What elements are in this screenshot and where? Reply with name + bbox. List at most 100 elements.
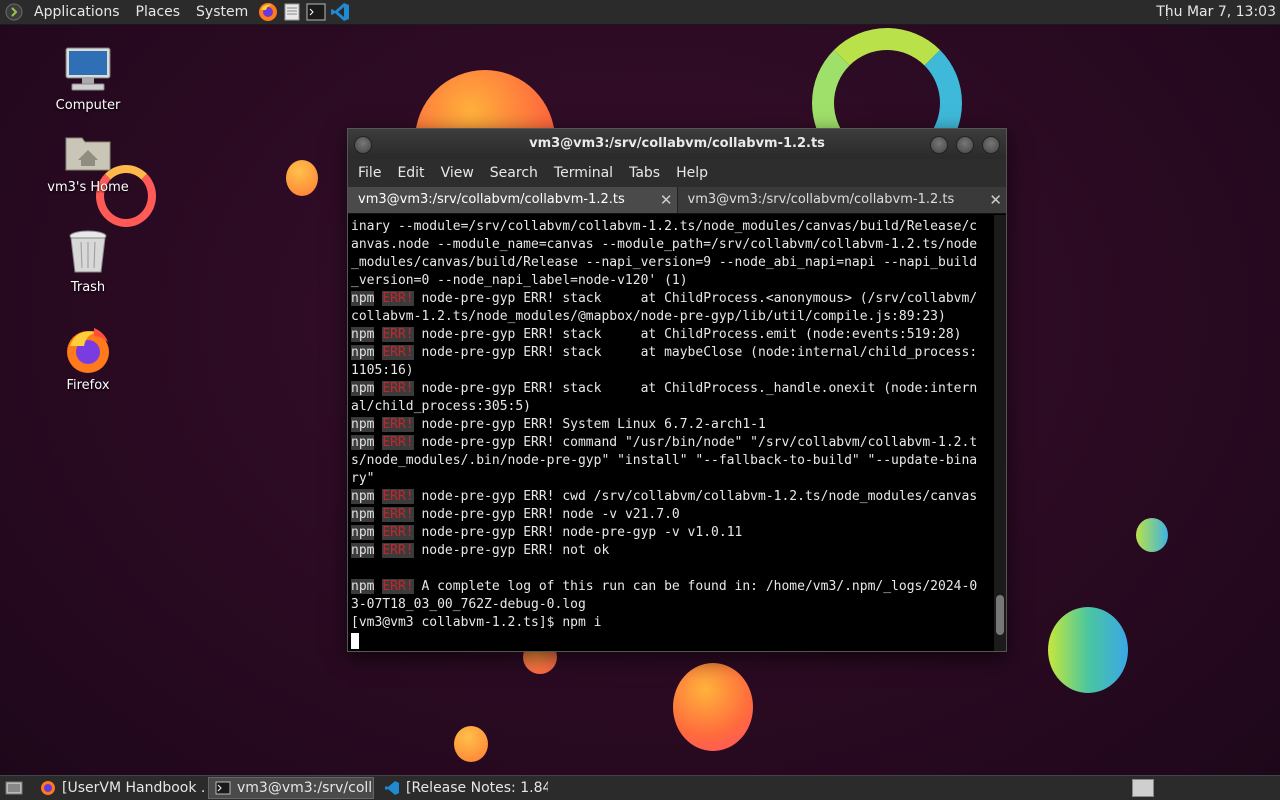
terminal-line-text: inary --module=/srv/collabvm/collabvm-1.…	[351, 219, 978, 234]
terminal-line-text: node-pre-gyp ERR! System Linux 6.7.2-arc…	[413, 417, 766, 432]
terminal-line: npm ERR! node-pre-gyp ERR! node-pre-gyp …	[351, 524, 992, 542]
terminal-output[interactable]: inary --module=/srv/collabvm/collabvm-1.…	[348, 215, 992, 651]
terminal-line: npm ERR! node-pre-gyp ERR! stack at Chil…	[351, 380, 992, 398]
terminal-line-text: al/child_process:305:5)	[351, 399, 532, 414]
window-menu-button[interactable]	[354, 136, 372, 154]
tab-label: vm3@vm3:/srv/collabvm/collabvm-1.2.ts	[358, 192, 625, 207]
npm-prefix: npm	[351, 327, 375, 342]
text-cursor	[351, 632, 359, 649]
wallpaper-orb	[1136, 518, 1168, 552]
close-icon[interactable]: ✕	[989, 187, 1002, 213]
terminal-tabbar: vm3@vm3:/srv/collabvm/collabvm-1.2.ts ✕ …	[348, 187, 1006, 214]
minimize-button[interactable]	[930, 136, 948, 154]
terminal-line-text: node-pre-gyp ERR! stack at ChildProcess.…	[413, 327, 962, 342]
terminal-cursor-line	[351, 632, 992, 650]
clock[interactable]: Thu Mar 7, 13:03	[1156, 0, 1276, 24]
window-titlebar[interactable]: vm3@vm3:/srv/collabvm/collabvm-1.2.ts	[348, 129, 1006, 159]
bottom-panel: [UserVM Handbook ... vm3@vm3:/srv/coll..…	[0, 775, 1280, 800]
taskbar-item-firefox[interactable]: [UserVM Handbook ...	[34, 777, 204, 799]
terminal-line: npm ERR! node-pre-gyp ERR! not ok	[351, 542, 992, 560]
wallpaper-orb	[454, 726, 488, 762]
terminal-line: npm ERR! node-pre-gyp ERR! stack at Chil…	[351, 290, 992, 308]
top-panel: Applications Places System Thu Mar 7, 13…	[0, 0, 1280, 25]
menu-help[interactable]: Help	[668, 165, 716, 181]
terminal-icon[interactable]	[306, 2, 326, 22]
npm-prefix: npm	[351, 543, 375, 558]
terminal-line-text: node-pre-gyp ERR! node -v v21.7.0	[413, 507, 680, 522]
terminal-line: npm ERR! node-pre-gyp ERR! command "/usr…	[351, 434, 992, 452]
terminal-line-text: node-pre-gyp ERR! stack at maybeClose (n…	[413, 345, 978, 360]
vscode-icon[interactable]	[330, 2, 350, 22]
taskbar-item-terminal[interactable]: vm3@vm3:/srv/coll...	[208, 777, 374, 799]
workspace-switcher[interactable]	[1132, 779, 1154, 797]
terminal-menubar: File Edit View Search Terminal Tabs Help	[348, 159, 1006, 187]
terminal-line-text: node-pre-gyp ERR! cwd /srv/collabvm/coll…	[413, 489, 978, 504]
text-editor-icon[interactable]	[282, 2, 302, 22]
err-prefix: ERR!	[382, 327, 414, 342]
terminal-line-text: anvas.node --module_name=canvas --module…	[351, 237, 978, 252]
menu-terminal[interactable]: Terminal	[546, 165, 621, 181]
taskbar-item-label: vm3@vm3:/srv/coll...	[237, 780, 374, 796]
terminal-tab-2[interactable]: vm3@vm3:/srv/collabvm/collabvm-1.2.ts ✕	[678, 187, 1007, 213]
home-folder-icon	[64, 128, 112, 176]
scrollbar-thumb[interactable]	[996, 595, 1004, 635]
terminal-line: 3-07T18_03_00_762Z-debug-0.log	[351, 596, 992, 614]
terminal-tab-1[interactable]: vm3@vm3:/srv/collabvm/collabvm-1.2.ts ✕	[348, 187, 678, 213]
computer-icon	[64, 46, 112, 94]
desktop-icon-firefox[interactable]: Firefox	[38, 326, 138, 393]
menu-view[interactable]: View	[433, 165, 482, 181]
terminal-line: collabvm-1.2.ts/node_modules/@mapbox/nod…	[351, 308, 992, 326]
err-prefix: ERR!	[382, 435, 414, 450]
terminal-scrollbar[interactable]	[994, 215, 1006, 651]
terminal-line: npm ERR! A complete log of this run can …	[351, 578, 992, 596]
taskbar-item-label: [Release Notes: 1.84...	[406, 780, 548, 796]
show-desktop-icon[interactable]	[4, 778, 24, 798]
npm-prefix: npm	[351, 507, 375, 522]
menu-search[interactable]: Search	[482, 165, 546, 181]
gnome-foot-icon[interactable]	[4, 2, 24, 22]
close-icon[interactable]: ✕	[660, 187, 673, 213]
terminal-line: npm ERR! node-pre-gyp ERR! stack at mayb…	[351, 344, 992, 362]
firefox-icon[interactable]	[258, 2, 278, 22]
terminal-window[interactable]: vm3@vm3:/srv/collabvm/collabvm-1.2.ts Fi…	[347, 128, 1007, 652]
terminal-line-text: node-pre-gyp ERR! node-pre-gyp -v v1.0.1…	[413, 525, 743, 540]
terminal-line-text: A complete log of this run can be found …	[413, 579, 978, 594]
npm-prefix: npm	[351, 579, 375, 594]
menu-file[interactable]: File	[350, 165, 389, 181]
maximize-button[interactable]	[956, 136, 974, 154]
desktop-icon-label: Firefox	[66, 378, 110, 393]
wallpaper-orb	[1048, 607, 1128, 693]
desktop-icon-label: Trash	[70, 280, 106, 295]
desktop-icon-home[interactable]: vm3's Home	[38, 128, 138, 195]
menu-tabs[interactable]: Tabs	[621, 165, 668, 181]
npm-prefix: npm	[351, 525, 375, 540]
npm-prefix: npm	[351, 489, 375, 504]
err-prefix: ERR!	[382, 417, 414, 432]
terminal-line-text: [vm3@vm3 collabvm-1.2.ts]$ npm i	[351, 615, 602, 630]
terminal-line: _modules/canvas/build/Release --napi_ver…	[351, 254, 992, 272]
terminal-line: ry"	[351, 470, 992, 488]
terminal-line-text: 3-07T18_03_00_762Z-debug-0.log	[351, 597, 586, 612]
menu-edit[interactable]: Edit	[389, 165, 432, 181]
applications-menu[interactable]: Applications	[26, 0, 128, 24]
terminal-line: npm ERR! node-pre-gyp ERR! cwd /srv/coll…	[351, 488, 992, 506]
err-prefix: ERR!	[382, 291, 414, 306]
firefox-icon	[64, 326, 112, 374]
terminal-line-text: node-pre-gyp ERR! stack at ChildProcess.…	[413, 381, 978, 396]
terminal-line: 1105:16)	[351, 362, 992, 380]
terminal-line-text: node-pre-gyp ERR! stack at ChildProcess.…	[413, 291, 978, 306]
taskbar-item-label: [UserVM Handbook ...	[62, 780, 204, 796]
wallpaper-orb	[286, 160, 318, 196]
desktop-icon-computer[interactable]: Computer	[38, 46, 138, 113]
terminal-line: inary --module=/srv/collabvm/collabvm-1.…	[351, 218, 992, 236]
places-menu[interactable]: Places	[128, 0, 189, 24]
taskbar-item-vscode[interactable]: [Release Notes: 1.84...	[378, 777, 548, 799]
terminal-line: anvas.node --module_name=canvas --module…	[351, 236, 992, 254]
window-title: vm3@vm3:/srv/collabvm/collabvm-1.2.ts	[529, 136, 825, 151]
system-menu[interactable]: System	[188, 0, 256, 24]
close-button[interactable]	[982, 136, 1000, 154]
wallpaper-orb	[673, 663, 753, 751]
desktop-icon-trash[interactable]: Trash	[38, 228, 138, 295]
terminal-line-text: 1105:16)	[351, 363, 414, 378]
